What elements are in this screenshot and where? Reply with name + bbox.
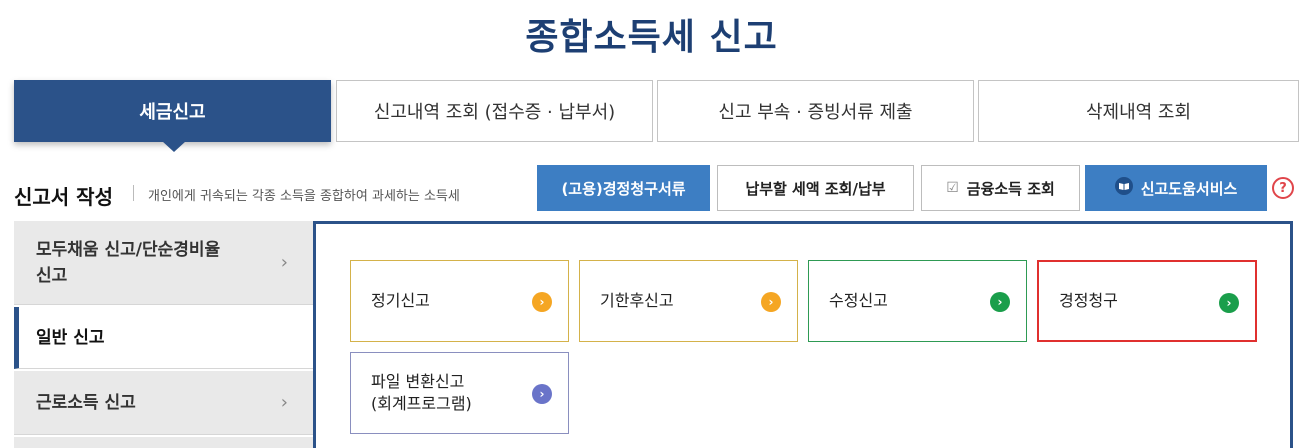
card-label-line2: (회계프로그램) [371, 394, 472, 413]
arrow-right-icon: › [990, 292, 1010, 312]
tax-payment-lookup-button[interactable]: 납부할 세액 조회/납부 [717, 165, 914, 211]
sidebar-item-next[interactable] [14, 437, 314, 448]
card-amended-filing[interactable]: 수정신고 › [808, 260, 1027, 342]
button-label: 신고도움서비스 [1140, 179, 1238, 198]
sidebar-item-label: 일반 신고 [36, 327, 105, 348]
card-file-conversion-filing[interactable]: 파일 변환신고 (회계프로그램) › [350, 352, 569, 434]
card-label: 수정신고 [829, 291, 888, 310]
chevron-right-icon: › [280, 252, 288, 273]
arrow-right-icon: › [532, 384, 552, 404]
main-tabs: 세금신고 신고내역 조회 (접수증 · 납부서) 신고 부속 · 증빙서류 제출… [14, 80, 1299, 152]
chevron-right-icon: › [280, 392, 288, 413]
tab-filing-history[interactable]: 신고내역 조회 (접수증 · 납부서) [336, 80, 653, 142]
page-title: 종합소득세 신고 [525, 17, 778, 58]
filing-help-service-button[interactable]: 신고도움서비스 [1085, 165, 1267, 211]
button-label: 금융소득 조회 [966, 179, 1055, 198]
section-divider [133, 185, 134, 201]
arrow-right-icon: › [532, 292, 552, 312]
sidebar-item-label: 근로소득 신고 [36, 392, 136, 413]
financial-income-lookup-button[interactable]: ☑ 금융소득 조회 [921, 165, 1080, 211]
arrow-right-icon: › [761, 292, 781, 312]
book-icon [1114, 177, 1133, 199]
tab-label: 삭제내역 조회 [1085, 102, 1192, 123]
button-label: (고용)경정청구서류 [561, 179, 686, 198]
arrow-right-icon: › [1219, 293, 1239, 313]
card-late-filing[interactable]: 기한후신고 › [579, 260, 798, 342]
tab-label: 신고내역 조회 (접수증 · 납부서) [373, 102, 616, 123]
button-label: 납부할 세액 조회/납부 [745, 179, 886, 198]
checkbox-icon: ☑ [946, 180, 959, 196]
sidebar-item-prefilled-filing[interactable]: 모두채움 신고/단순경비율 신고 › [14, 221, 314, 305]
sidebar: 모두채움 신고/단순경비율 신고 › 일반 신고 근로소득 신고 › [14, 221, 314, 448]
tab-deleted-history[interactable]: 삭제내역 조회 [978, 80, 1299, 142]
card-label: 경정청구 [1059, 291, 1118, 310]
card-label-line1: 파일 변환신고 [371, 372, 465, 391]
tab-document-submission[interactable]: 신고 부속 · 증빙서류 제출 [657, 80, 974, 142]
sidebar-item-general-filing[interactable]: 일반 신고 [14, 307, 314, 369]
card-label: 파일 변환신고 (회계프로그램) [371, 371, 472, 415]
tab-tax-filing[interactable]: 세금신고 [14, 80, 331, 142]
tab-label: 신고 부속 · 증빙서류 제출 [718, 102, 913, 123]
active-tab-arrow [162, 141, 186, 152]
content-panel: 정기신고 › 기한후신고 › 수정신고 › 경정청구 › 파일 변환신고 (회계… [313, 221, 1293, 448]
card-regular-filing[interactable]: 정기신고 › [350, 260, 569, 342]
sidebar-item-label: 모두채움 신고/단순경비율 신고 [36, 237, 220, 289]
tab-label: 세금신고 [139, 102, 206, 123]
card-label: 정기신고 [371, 291, 430, 310]
sidebar-item-earned-income-filing[interactable]: 근로소득 신고 › [14, 371, 314, 435]
sidebar-item-label-line1: 모두채움 신고/단순경비율 [36, 239, 221, 260]
section-description: 개인에게 귀속되는 각종 소득을 종합하여 과세하는 소득세 [148, 189, 460, 204]
sidebar-item-label-line2: 신고 [36, 265, 68, 286]
employment-correction-docs-button[interactable]: (고용)경정청구서류 [537, 165, 710, 211]
help-icon[interactable]: ? [1272, 177, 1294, 199]
section-title: 신고서 작성 [14, 185, 113, 209]
card-label: 기한후신고 [600, 291, 674, 310]
card-correction-claim[interactable]: 경정청구 › [1037, 260, 1257, 342]
